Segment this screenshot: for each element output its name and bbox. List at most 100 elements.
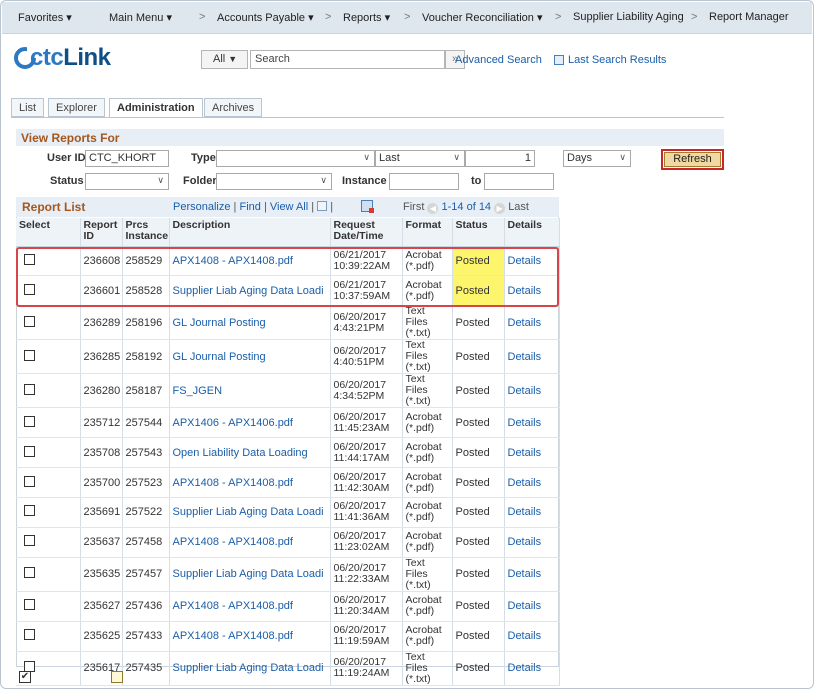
report-description-link[interactable]: APX1408 - APX1408.pdf — [173, 536, 293, 548]
details-cell: Details — [504, 407, 560, 439]
row-select-checkbox[interactable] — [24, 315, 35, 327]
report-description-link[interactable]: Supplier Liab Aging Data Loadi — [173, 568, 324, 580]
breadcrumb-reports[interactable]: Reports ▾ — [343, 11, 390, 24]
report-list-table: Select Report ID Prcs Instance Descripti… — [16, 218, 560, 686]
row-select-checkbox[interactable] — [24, 505, 35, 517]
type-dropdown[interactable]: ∨ — [216, 150, 375, 167]
status-label: Status — [50, 175, 84, 187]
next-arrow-icon[interactable]: ▶ — [494, 203, 506, 214]
last-number-input[interactable]: 1 — [465, 150, 535, 167]
instance-to-input[interactable] — [484, 173, 554, 190]
instance-from-input[interactable] — [389, 173, 459, 190]
user-id-input[interactable]: CTC_KHORT — [85, 150, 169, 167]
report-description-link[interactable]: GL Journal Posting — [173, 317, 266, 329]
report-description-link[interactable]: APX1408 - APX1408.pdf — [173, 630, 293, 642]
row-select-checkbox[interactable] — [24, 475, 35, 487]
details-link[interactable]: Details — [508, 255, 542, 267]
main-menu[interactable]: Main Menu ▾ — [109, 11, 172, 24]
breadcrumb-voucher-reconciliation[interactable]: Voucher Reconciliation ▾ — [422, 11, 542, 24]
format-cell: Acrobat (*.pdf) — [402, 275, 453, 307]
find-link[interactable]: Find — [239, 201, 260, 213]
details-link[interactable]: Details — [508, 285, 542, 297]
breadcrumb-separator: > — [555, 11, 562, 23]
description-cell: Supplier Liab Aging Data Loadi — [169, 497, 331, 528]
breadcrumb-report-manager[interactable]: Report Manager — [709, 11, 789, 23]
report-description-link[interactable]: FS_JGEN — [173, 385, 223, 397]
details-link[interactable]: Details — [508, 317, 542, 329]
format-type: Text Files — [405, 651, 428, 674]
report-description-link[interactable]: GL Journal Posting — [173, 351, 266, 363]
new-window-icon[interactable] — [317, 201, 328, 211]
report-description-link[interactable]: Supplier Liab Aging Data Loadi — [173, 506, 324, 518]
search-scope-dropdown[interactable]: All ▼ — [201, 50, 248, 69]
report-description-link[interactable]: Open Liability Data Loading — [173, 447, 308, 459]
row-select-checkbox[interactable] — [24, 445, 35, 457]
details-link[interactable]: Details — [508, 536, 542, 548]
details-link[interactable]: Details — [508, 506, 542, 518]
details-link[interactable]: Details — [508, 662, 542, 674]
type-label: Type — [191, 152, 216, 164]
row-select-checkbox[interactable] — [24, 567, 35, 579]
row-select-checkbox[interactable] — [24, 253, 35, 265]
row-select-checkbox[interactable] — [24, 283, 35, 295]
deselect-all-checkbox-icon[interactable] — [111, 671, 123, 683]
last-search-results-link[interactable]: Last Search Results — [568, 54, 666, 66]
row-select-checkbox[interactable] — [24, 383, 35, 395]
unit-dropdown[interactable]: Days ∨ — [563, 150, 631, 167]
row-select-checkbox[interactable] — [24, 629, 35, 641]
tab-archives[interactable]: Archives — [204, 98, 263, 117]
last-link[interactable]: Last — [508, 201, 529, 213]
folder-dropdown[interactable]: ∨ — [216, 173, 332, 190]
description-cell: APX1408 - APX1408.pdf — [169, 621, 331, 652]
details-link[interactable]: Details — [508, 600, 542, 612]
request-time: 11:45:23AM — [333, 421, 390, 434]
ctclink-logo[interactable]: ctcLink — [14, 44, 114, 74]
table-row: 236280 258187 FS_JGEN 06/20/2017 4:34:52PM Te… — [16, 373, 560, 409]
report-description-link[interactable]: Supplier Liab Aging Data Loadi — [173, 662, 324, 674]
advanced-search-link[interactable]: Advanced Search — [455, 54, 542, 66]
status-dropdown[interactable]: ∨ — [85, 173, 169, 190]
last-dropdown[interactable]: Last ∨ — [375, 150, 465, 167]
details-cell: Details — [504, 275, 560, 307]
tab-administration[interactable]: Administration — [109, 98, 203, 118]
refresh-button[interactable]: Refresh — [664, 152, 721, 167]
row-select-checkbox[interactable] — [24, 415, 35, 427]
select-all-checkbox-icon[interactable]: ✔ — [19, 671, 31, 683]
tab-explorer[interactable]: Explorer — [48, 98, 105, 117]
status-cell: Posted — [452, 339, 505, 375]
report-description-link[interactable]: APX1408 - APX1408.pdf — [173, 255, 293, 267]
details-link[interactable]: Details — [508, 385, 542, 397]
details-link[interactable]: Details — [508, 630, 542, 642]
prcs-instance-cell: 258528 — [122, 275, 170, 307]
favorites-menu[interactable]: Favorites ▾ — [18, 11, 72, 24]
row-select-checkbox[interactable] — [24, 535, 35, 547]
first-link[interactable]: First — [403, 201, 424, 213]
details-cell: Details — [504, 305, 560, 341]
breadcrumb-supplier-liability-aging[interactable]: Supplier Liability Aging — [573, 11, 684, 23]
personalize-link[interactable]: Personalize — [173, 201, 230, 213]
description-cell: APX1408 - APX1408.pdf — [169, 527, 331, 558]
details-link[interactable]: Details — [508, 351, 542, 363]
breadcrumb-accounts-payable[interactable]: Accounts Payable ▾ — [217, 11, 314, 24]
download-grid-icon[interactable] — [361, 200, 374, 213]
report-description-link[interactable]: Supplier Liab Aging Data Loadi — [173, 285, 324, 297]
row-select-checkbox[interactable] — [24, 349, 35, 361]
report-description-link[interactable]: APX1408 - APX1408.pdf — [173, 600, 293, 612]
details-link[interactable]: Details — [508, 477, 542, 489]
request-time: 4:43:21PM — [333, 321, 385, 334]
view-all-link[interactable]: View All — [270, 201, 308, 213]
format-extension: (*.pdf) — [405, 259, 435, 272]
format-extension: (*.pdf) — [405, 421, 435, 434]
select-cell — [16, 339, 81, 375]
search-input[interactable]: Search — [250, 50, 445, 69]
details-link[interactable]: Details — [508, 447, 542, 459]
request-datetime-cell: 06/20/2017 11:44:17AM — [330, 437, 403, 469]
previous-arrow-icon[interactable]: ◀ — [427, 203, 439, 214]
report-description-link[interactable]: APX1408 - APX1408.pdf — [173, 477, 293, 489]
details-link[interactable]: Details — [508, 568, 542, 580]
details-link[interactable]: Details — [508, 417, 542, 429]
format-cell: Acrobat (*.pdf) — [402, 467, 453, 498]
row-select-checkbox[interactable] — [24, 599, 35, 611]
tab-list[interactable]: List — [11, 98, 45, 117]
report-description-link[interactable]: APX1406 - APX1406.pdf — [173, 417, 293, 429]
